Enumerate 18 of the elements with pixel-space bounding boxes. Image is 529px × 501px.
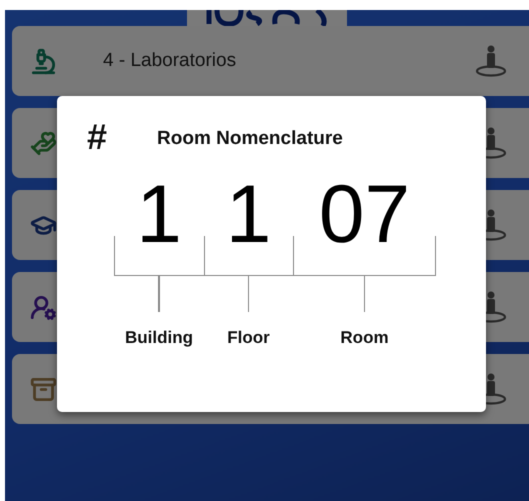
digits: 1 xyxy=(226,174,272,256)
digits: 1 xyxy=(136,174,182,256)
leader-line xyxy=(364,276,366,312)
logo-icon xyxy=(187,10,347,26)
segment-label: Room xyxy=(340,328,389,348)
hash-symbol: # xyxy=(87,116,108,158)
leader-line xyxy=(158,276,160,312)
leader-line xyxy=(248,276,250,312)
box-icon xyxy=(30,376,57,402)
dialog-title: Room Nomenclature xyxy=(157,128,343,150)
item-label: 4 - Laboratorios xyxy=(103,50,238,72)
segment-label: Building xyxy=(125,328,193,348)
digits: 07 xyxy=(318,174,410,256)
list-item[interactable]: 4 - Laboratorios xyxy=(12,26,529,96)
segment-label: Floor xyxy=(227,328,270,348)
microscope-icon xyxy=(30,48,57,74)
hand-heart-icon xyxy=(30,130,57,156)
person-gear-icon xyxy=(30,294,57,320)
